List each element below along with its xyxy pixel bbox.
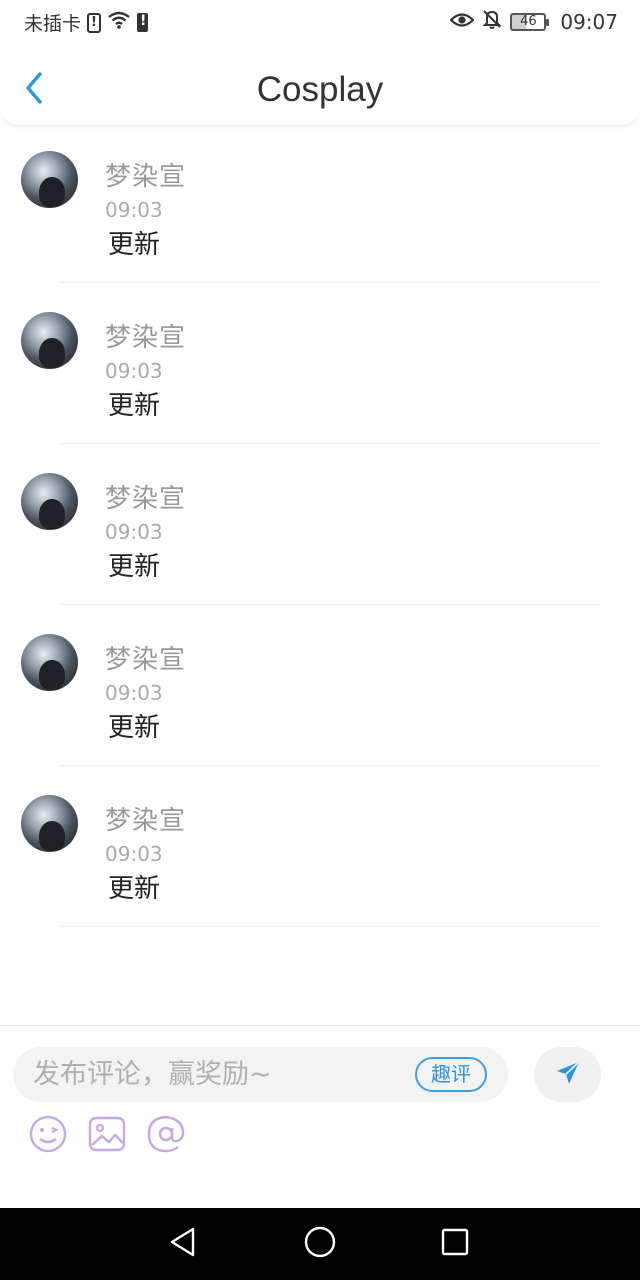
clock: 09:07 xyxy=(560,9,618,34)
post-time: 09:03 xyxy=(105,359,163,378)
battery-level: 46 xyxy=(520,14,537,29)
post-time: 09:03 xyxy=(105,520,163,539)
comment-composer: 趣评 xyxy=(0,1025,640,1208)
nav-recents-button[interactable] xyxy=(437,1226,473,1262)
nav-back-button[interactable] xyxy=(165,1226,201,1262)
mention-button[interactable] xyxy=(146,1114,186,1158)
post-username: 梦染宣 xyxy=(105,162,187,192)
eye-icon xyxy=(449,10,475,34)
post-text: 更新 xyxy=(108,552,161,582)
avatar[interactable] xyxy=(21,795,78,852)
post-time: 09:03 xyxy=(105,198,163,217)
system-nav-bar xyxy=(0,1208,640,1280)
post-username: 梦染宣 xyxy=(105,484,187,514)
image-button[interactable] xyxy=(87,1116,127,1156)
battery-icon: 46 xyxy=(510,12,550,31)
post-item[interactable]: 梦染宣 09:03 更新 xyxy=(0,283,640,444)
post-username: 梦染宣 xyxy=(105,645,187,675)
wifi-icon xyxy=(107,10,131,35)
avatar[interactable] xyxy=(21,151,78,208)
at-sign-icon xyxy=(146,1114,186,1158)
comment-input-wrapper: 趣评 xyxy=(13,1047,508,1102)
post-text: 更新 xyxy=(108,713,161,743)
post-username: 梦染宣 xyxy=(105,323,187,353)
status-right: 46 09:07 xyxy=(449,9,618,34)
smiley-icon xyxy=(28,1114,68,1158)
triangle-back-icon xyxy=(168,1226,198,1262)
nav-home-button[interactable] xyxy=(302,1226,338,1262)
battery-warning-icon xyxy=(137,13,149,32)
comment-input[interactable] xyxy=(33,1047,403,1102)
divider xyxy=(60,926,600,927)
carrier-text: 未插卡 xyxy=(24,13,82,35)
post-item[interactable]: 梦染宣 09:03 更新 xyxy=(0,766,640,927)
sim-alert-icon: ! xyxy=(87,12,102,33)
avatar[interactable] xyxy=(21,312,78,369)
app-header: Cosplay xyxy=(0,44,640,126)
quping-button[interactable]: 趣评 xyxy=(415,1057,487,1092)
emoji-button[interactable] xyxy=(28,1114,68,1158)
post-text: 更新 xyxy=(108,391,161,421)
bell-muted-icon xyxy=(482,9,502,34)
avatar[interactable] xyxy=(21,473,78,530)
post-text: 更新 xyxy=(108,874,161,904)
post-time: 09:03 xyxy=(105,681,163,700)
status-bar: 未插卡 ! 46 09:07 xyxy=(0,0,640,44)
send-button[interactable] xyxy=(534,1047,601,1102)
status-left: 未插卡 ! xyxy=(24,9,149,36)
post-text: 更新 xyxy=(108,230,161,260)
post-item[interactable]: 梦染宣 09:03 更新 xyxy=(0,605,640,766)
circle-home-icon xyxy=(303,1225,337,1263)
paper-plane-icon xyxy=(554,1059,582,1091)
avatar[interactable] xyxy=(21,634,78,691)
post-username: 梦染宣 xyxy=(105,806,187,836)
post-list[interactable]: 梦染宣 09:03 更新 梦染宣 09:03 更新 梦染宣 09:03 更新 梦染宣 09:03 更新… xyxy=(0,44,640,1024)
page-title: Cosplay xyxy=(256,70,384,109)
post-time: 09:03 xyxy=(105,842,163,861)
image-icon xyxy=(87,1114,127,1158)
post-item[interactable]: 梦染宣 09:03 更新 xyxy=(0,122,640,283)
post-item[interactable]: 梦染宣 09:03 更新 xyxy=(0,444,640,605)
square-recents-icon xyxy=(440,1227,470,1261)
